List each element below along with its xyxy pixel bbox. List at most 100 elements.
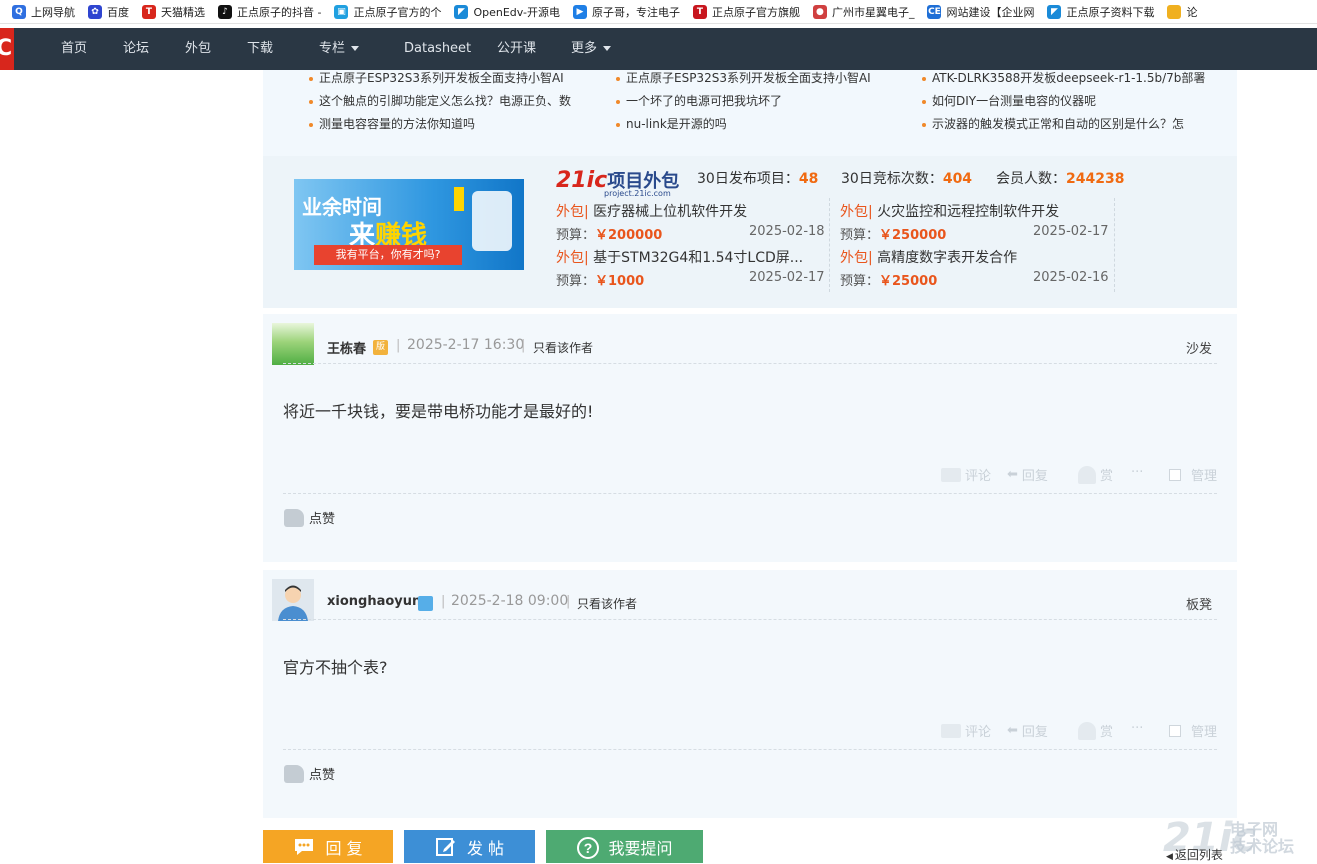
project-outsourcing-logo[interactable]: 21ic项目外包 project.21ic.com (556, 167, 679, 198)
reply-button[interactable]: ⬅ 回复 (1007, 465, 1048, 484)
bookmark-item[interactable]: CE 网站建设【企业网 (927, 4, 1034, 20)
comment-icon (941, 723, 961, 738)
project-link[interactable]: 外包| 基于STM32G4和1.54寸LCD屏... (556, 247, 803, 267)
post-time: 2025-2-17 16:30 (407, 337, 525, 353)
comment-button[interactable]: 评论 (941, 465, 991, 484)
nav-more[interactable]: 更多 (571, 28, 612, 70)
nav-home[interactable]: 首页 (61, 28, 87, 70)
caret-left-icon: ◀ (1166, 852, 1173, 862)
bookmark-label: 原子哥，专注电子 (591, 5, 680, 19)
bookmark-label: 广州市星翼电子_ (831, 5, 915, 19)
hot-topic-link[interactable]: 示波器的触发模式正常和自动的区别是什么？怎 (922, 115, 1184, 132)
separator: | (396, 338, 401, 353)
bullet-dot-icon (309, 99, 313, 104)
like-button[interactable]: 点赞 (284, 508, 335, 527)
earn-money-banner[interactable]: 业余时间 来赚钱 我有平台，你有才吗? (294, 179, 524, 270)
avatar[interactable] (272, 323, 314, 365)
hot-topic-link[interactable]: 正点原子ESP32S3系列开发板全面支持小智AI (309, 69, 564, 86)
nav-datasheet[interactable]: Datasheet (404, 28, 471, 70)
bookmark-item[interactable]: 论 (1167, 4, 1197, 20)
bookmark-item[interactable]: T 天猫精选 (142, 4, 205, 20)
ce-icon: CE (927, 4, 942, 19)
nav-more-label: 更多 (571, 41, 598, 56)
back-to-list-link[interactable]: ◀ 返回列表 (1166, 846, 1223, 863)
site-logo[interactable]: C (0, 28, 14, 70)
more-button[interactable]: ··· (1131, 465, 1143, 480)
hot-topic-link[interactable]: 正点原子ESP32S3系列开发板全面支持小智AI (616, 69, 871, 86)
bookmark-item[interactable]: ▣ 正点原子官方的个 (334, 4, 441, 20)
reward-user-icon (1078, 465, 1096, 484)
hot-topic-text: ATK-DLRK3588开发板deepseek-r1-1.5b/7b部署 (932, 71, 1206, 85)
like-button[interactable]: 点赞 (284, 764, 335, 783)
chat-bubble-icon (293, 836, 315, 858)
new-post-label: 发 帖 (466, 838, 505, 858)
nav-column[interactable]: 专栏 (319, 28, 360, 70)
post-author[interactable]: xionghaoyun (327, 594, 421, 609)
project-budget: 预算：￥25000 (840, 274, 938, 289)
reply-main-button[interactable]: 回 复 (263, 830, 393, 863)
floor-label[interactable]: 板凳 (1186, 594, 1212, 613)
bookmark-item[interactable]: ◤ 正点原子资料下载 (1047, 4, 1154, 20)
hot-topic-link[interactable]: 如何DIY一台测量电容的仪器呢 (922, 92, 1096, 109)
project-date: 2025-02-16 (1033, 270, 1109, 285)
bookmark-item[interactable]: ▶ 原子哥，专注电子 (572, 4, 680, 20)
banner-cup-icon (472, 191, 512, 251)
nav-download[interactable]: 下载 (247, 28, 273, 70)
project-date: 2025-02-17 (1033, 224, 1109, 239)
bookmark-item[interactable]: ♪ 正点原子的抖音 - (218, 4, 321, 20)
nav-forum[interactable]: 论坛 (123, 28, 149, 70)
divider (1114, 198, 1115, 292)
project-link[interactable]: 外包| 医疗器械上位机软件开发 (556, 201, 747, 221)
bookmark-item[interactable]: T 正点原子官方旗舰 (692, 4, 800, 20)
bullet-dot-icon (922, 99, 926, 104)
reply-button[interactable]: ⬅ 回复 (1007, 721, 1048, 740)
bookmark-label: 网站建设【企业网 (946, 5, 1035, 19)
manage-checkbox[interactable]: 管理 (1169, 721, 1217, 740)
reward-button[interactable]: 赏 (1078, 465, 1113, 484)
openedv-icon: ◤ (1047, 4, 1062, 19)
bullet-dot-icon (922, 76, 926, 81)
only-author-link[interactable]: 只看该作者 (577, 595, 637, 612)
comment-button[interactable]: 评论 (941, 721, 991, 740)
avatar[interactable] (272, 579, 314, 621)
bullet-dot-icon (922, 122, 926, 127)
bullet-dot-icon (309, 122, 313, 127)
project-link[interactable]: 外包| 高精度数字表开发合作 (840, 247, 1017, 267)
logo-url: project.21ic.com (604, 189, 671, 198)
play-icon: ▶ (572, 4, 587, 19)
project-link[interactable]: 外包| 火灾监控和远程控制软件开发 (840, 201, 1059, 221)
ask-question-button[interactable]: ? 我要提问 (546, 830, 703, 863)
hot-topic-link[interactable]: 一个坏了的电源可把我坑坏了 (616, 92, 782, 109)
separator: | (441, 594, 446, 609)
checkbox-icon (1169, 468, 1181, 481)
bookmark-label: 百度 (107, 5, 129, 19)
bookmark-label: 正点原子资料下载 (1066, 5, 1155, 19)
bookmark-item[interactable]: ✿ 百度 (88, 4, 129, 20)
bookmark-item[interactable]: Q 上网导航 (12, 4, 75, 20)
nav-open-course[interactable]: 公开课 (497, 28, 536, 70)
bullet-dot-icon (616, 76, 620, 81)
hot-topic-link[interactable]: 测量电容容量的方法你知道吗 (309, 115, 475, 132)
divider (283, 619, 1217, 620)
hot-topic-link[interactable]: ATK-DLRK3588开发板deepseek-r1-1.5b/7b部署 (922, 69, 1205, 86)
reward-button[interactable]: 赏 (1078, 721, 1113, 740)
hot-topic-link[interactable]: 这个触点的引脚功能定义怎么找？电源正负、数 (309, 92, 571, 109)
nav-outsourcing[interactable]: 外包 (185, 28, 211, 70)
bookmark-item[interactable]: ◤ OpenEdv-开源电 (454, 4, 560, 20)
hot-topic-text: 正点原子ESP32S3系列开发板全面支持小智AI (626, 71, 871, 85)
hot-topic-link[interactable]: nu-link是开源的吗 (616, 115, 727, 132)
post-author[interactable]: 王栋春 (327, 338, 366, 357)
douyin-icon: ♪ (218, 4, 232, 19)
separator: | (521, 338, 526, 353)
new-post-button[interactable]: 发 帖 (404, 830, 535, 863)
hot-topic-text: 示波器的触发模式正常和自动的区别是什么？怎 (932, 117, 1185, 131)
more-button[interactable]: ··· (1131, 721, 1143, 736)
openedv-icon: ◤ (454, 4, 469, 19)
floor-label[interactable]: 沙发 (1186, 338, 1212, 357)
divider (283, 493, 1217, 494)
manage-checkbox[interactable]: 管理 (1169, 465, 1217, 484)
bookmark-item[interactable]: ● 广州市星翼电子_ (812, 4, 915, 20)
user-badge-icon (418, 596, 433, 611)
only-author-link[interactable]: 只看该作者 (533, 339, 593, 356)
divider (283, 749, 1217, 750)
